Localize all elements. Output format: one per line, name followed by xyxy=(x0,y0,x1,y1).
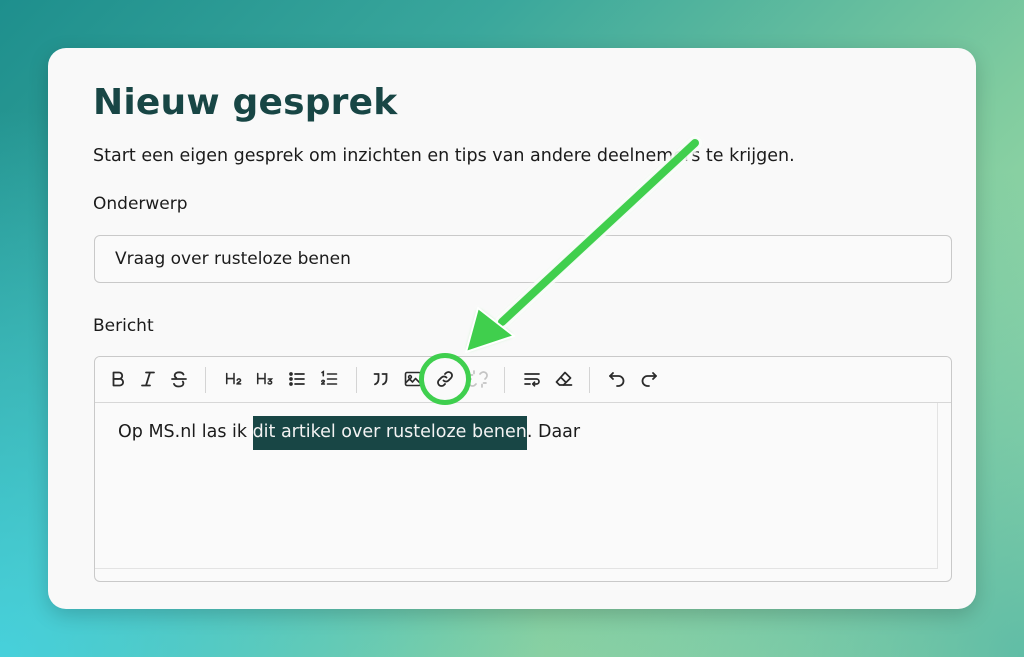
new-conversation-card: Nieuw gesprek Start een eigen gesprek om… xyxy=(48,48,976,609)
redo-button[interactable] xyxy=(636,366,662,392)
message-editor[interactable]: Op MS.nl las ik dit artikel over rustelo… xyxy=(94,356,952,582)
message-label: Bericht xyxy=(93,316,154,336)
hard-break-icon xyxy=(524,373,540,387)
bullet-list-button[interactable] xyxy=(284,366,310,392)
hard-break-button[interactable] xyxy=(519,366,545,392)
unlink-icon xyxy=(468,370,488,388)
italic-icon xyxy=(141,371,155,387)
toolbar-separator xyxy=(356,367,357,393)
message-text-after: . Daar xyxy=(526,422,581,442)
bold-icon xyxy=(112,371,124,387)
numbered-list-button[interactable] xyxy=(316,366,342,392)
strikethrough-button[interactable] xyxy=(166,366,192,392)
page-title: Nieuw gesprek xyxy=(93,82,398,123)
link-icon xyxy=(437,371,453,387)
subject-input[interactable] xyxy=(94,235,952,283)
unlink-button[interactable] xyxy=(465,366,491,392)
undo-icon xyxy=(609,372,625,387)
italic-button[interactable] xyxy=(135,366,161,392)
heading-3-icon xyxy=(256,372,274,385)
numbered-list-icon xyxy=(320,370,338,385)
quote-icon xyxy=(373,373,388,386)
editor-content[interactable]: Op MS.nl las ik dit artikel over rustelo… xyxy=(95,403,938,569)
heading-3-button[interactable] xyxy=(252,366,278,392)
heading-2-button[interactable] xyxy=(221,366,247,392)
bullet-list-icon xyxy=(289,372,305,386)
message-paragraph: Op MS.nl las ik dit artikel over rustelo… xyxy=(118,416,581,450)
clear-format-button[interactable] xyxy=(551,366,577,392)
page-subtitle: Start een eigen gesprek om inzichten en … xyxy=(93,146,795,166)
toolbar-separator xyxy=(589,367,590,393)
toolbar-separator xyxy=(504,367,505,393)
editor-toolbar xyxy=(95,357,951,403)
clear-format-icon xyxy=(555,371,573,386)
link-button[interactable] xyxy=(432,366,458,392)
strikethrough-icon xyxy=(171,371,187,388)
quote-button[interactable] xyxy=(368,366,394,392)
image-button[interactable] xyxy=(400,366,426,392)
message-text-before: Op MS.nl las ik xyxy=(118,422,253,442)
selected-text[interactable]: dit artikel over rusteloze benen xyxy=(252,416,527,450)
heading-2-icon xyxy=(225,372,242,385)
toolbar-separator xyxy=(205,367,206,393)
undo-button[interactable] xyxy=(604,366,630,392)
image-icon xyxy=(404,371,422,387)
subject-label: Onderwerp xyxy=(93,194,188,214)
redo-icon xyxy=(641,372,657,387)
bold-button[interactable] xyxy=(105,366,131,392)
